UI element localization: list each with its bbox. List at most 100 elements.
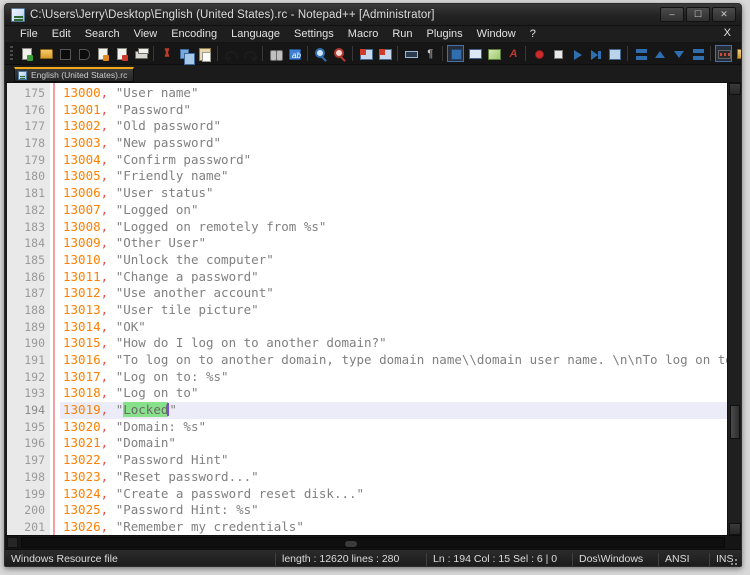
- resource-id: 13003: [63, 135, 101, 151]
- resource-string: "User name": [115, 85, 199, 100]
- code-line: 13004, "Confirm password": [60, 152, 741, 169]
- code-line: 13003, "New password": [60, 135, 741, 152]
- close-button[interactable]: ✕: [712, 7, 736, 22]
- comma: ,: [100, 268, 109, 284]
- resource-id: 13009: [63, 235, 101, 251]
- close-all-icon[interactable]: [113, 45, 130, 62]
- replace-icon[interactable]: [286, 45, 303, 62]
- document-tab-bar: English (United States).rc: [5, 65, 741, 83]
- comma: ,: [100, 452, 109, 468]
- function-list-icon[interactable]: A: [504, 45, 521, 62]
- scroll-down-arrow[interactable]: [729, 523, 741, 535]
- collapse-all-icon[interactable]: [632, 45, 649, 62]
- status-language: Windows Resource file: [11, 553, 118, 565]
- menu-view[interactable]: View: [127, 27, 165, 41]
- word-wrap-icon[interactable]: [402, 45, 419, 62]
- zoom-in-icon[interactable]: [312, 45, 329, 62]
- play-multiple-icon[interactable]: [587, 45, 604, 62]
- resource-id: 13000: [63, 85, 101, 100]
- minimize-button[interactable]: –: [660, 7, 684, 22]
- redo-icon[interactable]: [241, 45, 258, 62]
- sync-vertical-icon[interactable]: [357, 45, 374, 62]
- resource-id: 13014: [63, 318, 101, 334]
- print-icon[interactable]: [132, 45, 149, 62]
- resource-string: "Log on to": [115, 385, 199, 401]
- code-line: 13005, "Friendly name": [60, 168, 741, 185]
- menu-window[interactable]: Window: [470, 27, 523, 41]
- find-icon[interactable]: [267, 45, 284, 62]
- menu-plugins[interactable]: Plugins: [420, 27, 470, 41]
- paste-icon[interactable]: [196, 45, 213, 62]
- user-defined-dialog-icon[interactable]: [466, 45, 483, 62]
- scroll-left-arrow[interactable]: [7, 537, 18, 548]
- vertical-scroll-thumb[interactable]: [730, 405, 740, 439]
- horizontal-scrollbar[interactable]: [5, 535, 741, 549]
- line-number-active: 194: [7, 402, 50, 419]
- menu-settings[interactable]: Settings: [287, 27, 341, 41]
- save-all-icon[interactable]: [75, 45, 92, 62]
- record-macro-icon[interactable]: [530, 45, 547, 62]
- cut-icon[interactable]: [158, 45, 175, 62]
- maximize-button[interactable]: ☐: [686, 7, 710, 22]
- menu-file[interactable]: File: [13, 27, 45, 41]
- expand-one-level-icon[interactable]: [651, 45, 668, 62]
- show-all-chars-icon[interactable]: ¶: [421, 45, 438, 62]
- scroll-up-arrow[interactable]: [729, 83, 741, 95]
- play-macro-icon[interactable]: [568, 45, 585, 62]
- quote-close: ": [169, 402, 177, 418]
- syntax-highlight-icon[interactable]: [715, 45, 732, 62]
- menu-help[interactable]: ?: [523, 27, 543, 41]
- horizontal-scroll-track[interactable]: [21, 537, 725, 548]
- indent-guide-icon[interactable]: [447, 45, 464, 62]
- menu-language[interactable]: Language: [224, 27, 287, 41]
- horizontal-scroll-thumb[interactable]: [344, 541, 357, 547]
- open-file-icon[interactable]: [37, 45, 54, 62]
- save-macro-icon[interactable]: [606, 45, 623, 62]
- folder-as-workspace-icon[interactable]: [734, 45, 741, 62]
- collapse-one-level-icon[interactable]: [670, 45, 687, 62]
- line-number: 180: [24, 169, 45, 184]
- code-line: 13009, "Other User": [60, 235, 741, 252]
- undo-icon[interactable]: [222, 45, 239, 62]
- stop-recording-icon[interactable]: [549, 45, 566, 62]
- editor-area[interactable]: 175 176 177 178 179 180 181 182 183 184 …: [5, 83, 741, 535]
- resize-grip-icon[interactable]: [728, 556, 738, 566]
- line-number: 196: [24, 436, 45, 451]
- comma: ,: [100, 168, 109, 184]
- close-document-button[interactable]: X: [724, 27, 731, 39]
- resource-id: 13025: [63, 502, 101, 518]
- fold-margin[interactable]: [50, 83, 60, 535]
- toolbar-grip[interactable]: [10, 45, 13, 62]
- code-line: 13016, "To log on to another domain, typ…: [60, 352, 741, 369]
- copy-icon[interactable]: [177, 45, 195, 65]
- menu-macro[interactable]: Macro: [341, 27, 386, 41]
- comma: ,: [100, 218, 109, 234]
- resource-string: "Create a password reset disk...": [115, 485, 365, 501]
- tab-english-united-states-rc[interactable]: English (United States).rc: [14, 67, 135, 82]
- close-file-icon[interactable]: [94, 45, 111, 62]
- document-map-icon[interactable]: [485, 45, 502, 62]
- resource-id: 13024: [63, 485, 101, 501]
- new-file-icon[interactable]: [18, 45, 35, 62]
- expand-all-icon[interactable]: [689, 45, 706, 62]
- comma: ,: [100, 235, 109, 251]
- save-file-icon[interactable]: [56, 45, 73, 62]
- menu-edit[interactable]: Edit: [45, 27, 78, 41]
- menu-run[interactable]: Run: [385, 27, 419, 41]
- selected-text[interactable]: Locked: [123, 402, 169, 418]
- code-text-area[interactable]: 13000, "User name" 13001, "Password" 130…: [60, 83, 741, 535]
- code-line: 13008, "Logged on remotely from %s": [60, 219, 741, 236]
- resource-string: "New password": [115, 135, 222, 151]
- menu-encoding[interactable]: Encoding: [164, 27, 224, 41]
- fold-level-bar: [53, 83, 55, 535]
- toolbar-separator: [442, 46, 443, 61]
- code-line: 13021, "Domain": [60, 435, 741, 452]
- code-line: 13020, "Domain: %s": [60, 419, 741, 436]
- zoom-out-icon[interactable]: [331, 45, 348, 62]
- vertical-scrollbar[interactable]: [727, 83, 741, 535]
- sync-horizontal-icon[interactable]: [376, 45, 393, 62]
- menu-search[interactable]: Search: [78, 27, 127, 41]
- resource-id: 13006: [63, 185, 101, 201]
- resource-id: 13005: [63, 168, 101, 184]
- toolbar-separator: [262, 46, 263, 61]
